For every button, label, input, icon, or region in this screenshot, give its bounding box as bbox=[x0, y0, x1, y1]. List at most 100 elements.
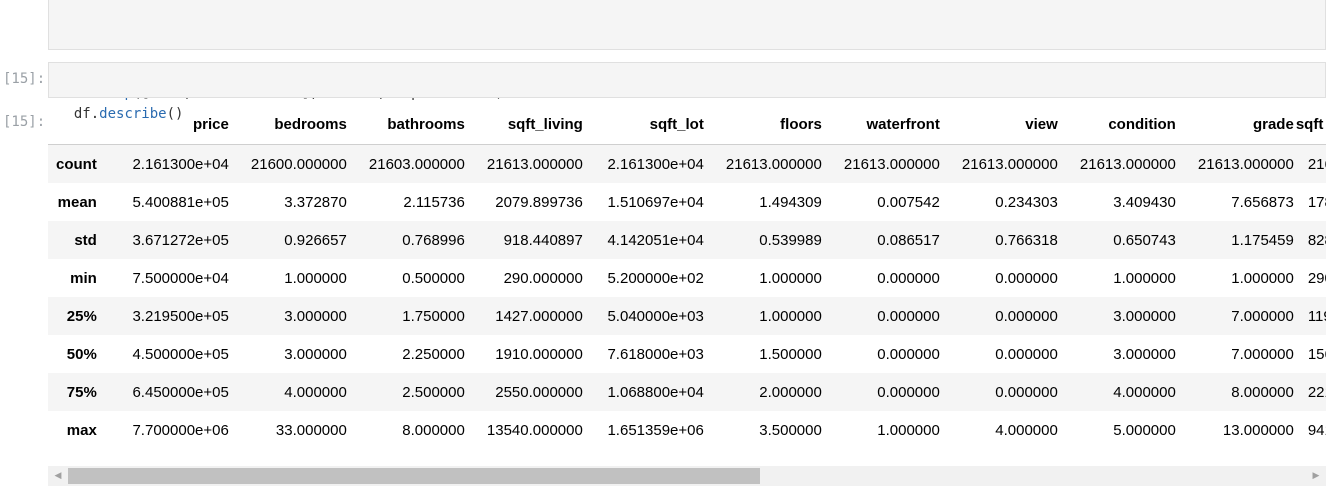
previous-code-cell[interactable]: df.drop(['id', 'Unnamed: 0'], axis=1, in… bbox=[48, 0, 1326, 101]
table-cell: 8.000000 bbox=[402, 421, 465, 439]
table-cell: 290. bbox=[1307, 269, 1326, 287]
column-header-sqft-lot: sqft_lot bbox=[584, 104, 706, 145]
column-header-view: view bbox=[941, 104, 1060, 145]
table-cell: 1560. bbox=[1307, 345, 1326, 363]
row-label: std bbox=[74, 231, 97, 249]
table-cell: 21613.000000 bbox=[843, 155, 940, 173]
table-cell: 7.618000e+03 bbox=[607, 345, 704, 363]
table-cell: 2210. bbox=[1307, 383, 1326, 401]
table-row: 25% 3.219500e+05 3.000000 1.750000 1427.0000… bbox=[48, 297, 1326, 335]
table-cell: 0.000000 bbox=[877, 345, 940, 363]
table-cell: 4.000000 bbox=[1113, 383, 1176, 401]
table-cell: 3.000000 bbox=[284, 345, 347, 363]
row-label: 50% bbox=[66, 345, 97, 363]
table-cell: 1.750000 bbox=[402, 307, 465, 325]
table-cell: 21613.000000 bbox=[486, 155, 583, 173]
table-cell: 1.000000 bbox=[759, 307, 822, 325]
table-cell: 7.500000e+04 bbox=[132, 269, 229, 287]
row-label: max bbox=[66, 421, 97, 439]
table-cell: 21613.000000 bbox=[1197, 155, 1294, 173]
table-cell: 4.500000e+05 bbox=[132, 345, 229, 363]
describe-output[interactable]: price bedrooms bathrooms sqft_living sqft_lo… bbox=[48, 104, 1326, 449]
table-cell: 1.000000 bbox=[759, 269, 822, 287]
table-row: 50% 4.500000e+05 3.000000 2.250000 1910.0000… bbox=[48, 335, 1326, 373]
table-cell: 21613.000000 bbox=[961, 155, 1058, 173]
row-label: 75% bbox=[66, 383, 97, 401]
table-cell: 0.768996 bbox=[402, 231, 465, 249]
table-cell: 5.040000e+03 bbox=[607, 307, 704, 325]
table-cell: 7.700000e+06 bbox=[132, 421, 229, 439]
table-cell: 3.671272e+05 bbox=[132, 231, 229, 249]
table-cell: 0.007542 bbox=[877, 193, 940, 211]
row-label: 25% bbox=[66, 307, 97, 325]
describe-code-cell[interactable]: df.describe() bbox=[48, 62, 1326, 122]
table-cell: 1190. bbox=[1307, 307, 1326, 325]
table-cell: 7.656873 bbox=[1231, 193, 1294, 211]
table-cell: 1.510697e+04 bbox=[607, 193, 704, 211]
table-cell: 0.000000 bbox=[995, 383, 1058, 401]
table-cell: 13540.000000 bbox=[486, 421, 583, 439]
scrollbar-thumb[interactable] bbox=[68, 468, 760, 484]
column-header-grade: grade bbox=[1177, 104, 1296, 145]
table-cell: 1.175459 bbox=[1231, 231, 1294, 249]
table-cell: 2.161300e+04 bbox=[132, 155, 229, 173]
table-cell: 2.115736 bbox=[403, 193, 465, 211]
table-cell: 6.450000e+05 bbox=[132, 383, 229, 401]
table-cell: 1427.000000 bbox=[495, 307, 583, 325]
scroll-right-icon[interactable]: ▶ bbox=[1310, 470, 1322, 482]
table-cell: 7.000000 bbox=[1231, 307, 1294, 325]
table-row: max 7.700000e+06 33.000000 8.000000 13540.00… bbox=[48, 411, 1326, 449]
row-label: count bbox=[56, 155, 97, 173]
index-header bbox=[48, 104, 111, 145]
table-cell: 1.651359e+06 bbox=[607, 421, 704, 439]
table-cell: 1.000000 bbox=[284, 269, 347, 287]
table-cell: 1.000000 bbox=[877, 421, 940, 439]
table-cell: 2.161300e+04 bbox=[607, 155, 704, 173]
table-cell: 0.000000 bbox=[877, 269, 940, 287]
column-header-waterfront: waterfront bbox=[823, 104, 942, 145]
table-cell: 1910.000000 bbox=[495, 345, 583, 363]
table-cell: 3.372870 bbox=[284, 193, 347, 211]
column-header-bedrooms: bedrooms bbox=[230, 104, 349, 145]
table-cell: 1788. bbox=[1307, 193, 1326, 211]
table-cell: 1.000000 bbox=[1113, 269, 1176, 287]
table-cell: 0.500000 bbox=[402, 269, 465, 287]
scroll-left-icon[interactable]: ◀ bbox=[52, 470, 64, 482]
table-cell: 5.400881e+05 bbox=[132, 193, 229, 211]
table-cell: 0.234303 bbox=[995, 193, 1058, 211]
table-cell: 2.250000 bbox=[402, 345, 465, 363]
table-cell: 0.000000 bbox=[995, 345, 1058, 363]
table-cell: 8.000000 bbox=[1231, 383, 1294, 401]
table-row: count 2.161300e+04 21600.000000 21603.00000… bbox=[48, 144, 1326, 183]
row-label: mean bbox=[57, 193, 97, 211]
table-cell: 1.068800e+04 bbox=[607, 383, 704, 401]
column-header-price: price bbox=[110, 104, 231, 145]
input-prompt: [15]: bbox=[3, 71, 46, 87]
table-cell: 918.440897 bbox=[503, 231, 583, 249]
table-cell: 4.000000 bbox=[995, 421, 1058, 439]
describe-dataframe: price bedrooms bathrooms sqft_living sqft_lo… bbox=[48, 104, 1326, 449]
table-cell: 0.086517 bbox=[877, 231, 940, 249]
row-label: min bbox=[70, 269, 97, 287]
table-cell: 4.000000 bbox=[284, 383, 347, 401]
table-cell: 0.539989 bbox=[759, 231, 822, 249]
horizontal-scrollbar[interactable]: ◀ ▶ bbox=[48, 466, 1326, 486]
header-row: price bedrooms bathrooms sqft_living sqft_lo… bbox=[48, 104, 1326, 145]
table-cell: 3.000000 bbox=[1113, 307, 1176, 325]
table-cell: 828. bbox=[1307, 231, 1326, 249]
column-header-condition: condition bbox=[1059, 104, 1178, 145]
table-cell: 21603.000000 bbox=[368, 155, 465, 173]
table-cell: 290.000000 bbox=[503, 269, 583, 287]
table-cell: 0.650743 bbox=[1113, 231, 1176, 249]
table-cell: 0.000000 bbox=[995, 307, 1058, 325]
table-cell: 13.000000 bbox=[1222, 421, 1294, 439]
output-prompt: [15]: bbox=[3, 114, 46, 130]
table-cell: 21613.000000 bbox=[725, 155, 822, 173]
table-cell: 2079.899736 bbox=[495, 193, 583, 211]
table-row: std 3.671272e+05 0.926657 0.768996 918.44089… bbox=[48, 221, 1326, 259]
table-cell: 0.000000 bbox=[995, 269, 1058, 287]
table-cell: 3.219500e+05 bbox=[132, 307, 229, 325]
table-cell: 1.000000 bbox=[1231, 269, 1294, 287]
table-cell: 0.766318 bbox=[995, 231, 1058, 249]
table-cell: 5.200000e+02 bbox=[607, 269, 704, 287]
